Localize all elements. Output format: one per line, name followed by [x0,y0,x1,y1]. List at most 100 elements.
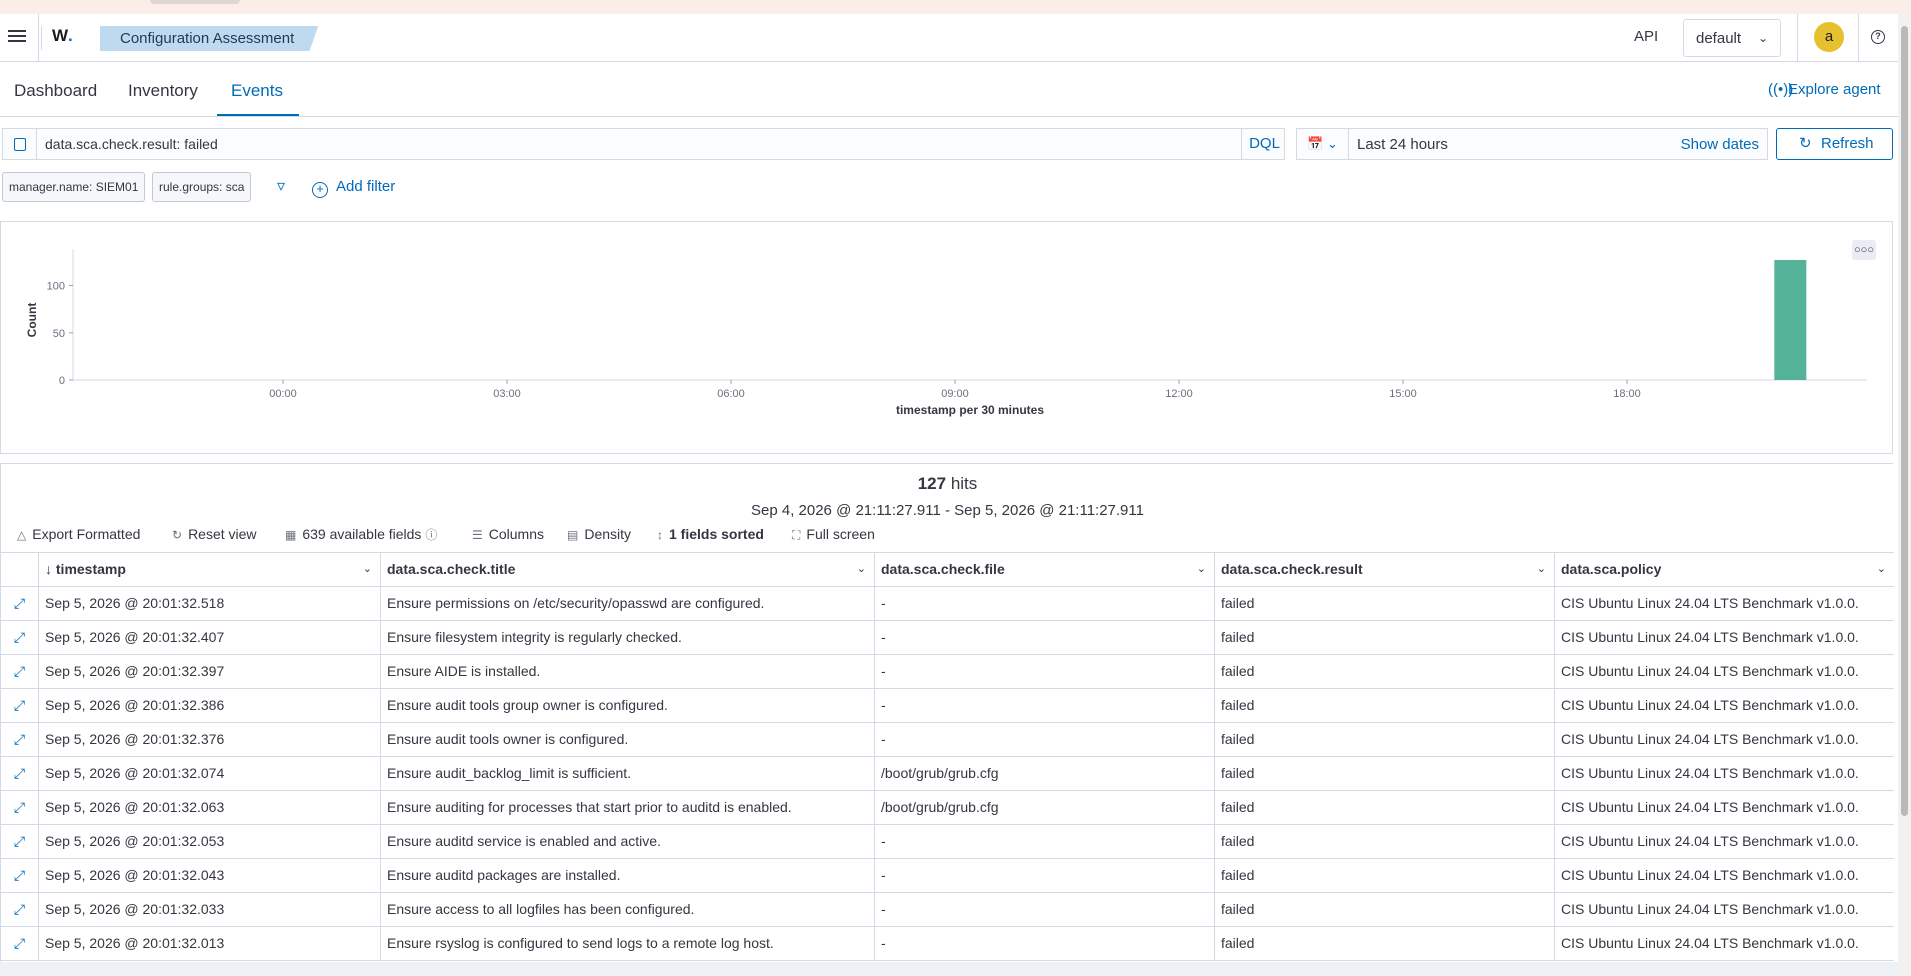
inspect-document-icon[interactable]: ⤢ [14,893,25,926]
cell-check-file[interactable]: - [875,859,1215,893]
cell-check-title[interactable]: Ensure auditing for processes that start… [381,791,875,825]
cell-policy[interactable]: CIS Ubuntu Linux 24.04 LTS Benchmark v1.… [1555,927,1894,961]
chevron-down-icon[interactable]: ⌄ [1537,553,1546,586]
cell-check-file[interactable]: - [875,723,1215,757]
density-button[interactable]: ▤ Density [567,526,631,542]
cell-check-result[interactable]: failed [1215,791,1555,825]
cell-policy[interactable]: CIS Ubuntu Linux 24.04 LTS Benchmark v1.… [1555,655,1894,689]
cell-timestamp[interactable]: Sep 5, 2026 @ 20:01:32.033 [39,893,381,927]
cell-check-result[interactable]: failed [1215,621,1555,655]
reset-view-button[interactable]: ↻ Reset view [172,526,257,542]
export-formatted-button[interactable]: △ Export Formatted [17,526,140,542]
cell-check-title[interactable]: Ensure auditd service is enabled and act… [381,825,875,859]
index-pattern-select[interactable]: default ⌄ [1683,19,1781,57]
table-row[interactable]: ⤢ Sep 5, 2026 @ 20:01:32.386 Ensure audit … [1,689,1894,723]
cell-check-result[interactable]: failed [1215,825,1555,859]
inspect-document-icon[interactable]: ⤢ [14,689,25,722]
table-row[interactable]: ⤢ Sep 5, 2026 @ 20:01:32.407 Ensure filesy… [1,621,1894,655]
table-row[interactable]: ⤢ Sep 5, 2026 @ 20:01:32.013 Ensure rsyslo… [1,927,1894,961]
help-icon[interactable]: ? [1871,30,1885,44]
columns-button[interactable]: ☰ Columns [472,526,544,542]
cell-check-file[interactable]: /boot/grub/grub.cfg [875,757,1215,791]
cell-policy[interactable]: CIS Ubuntu Linux 24.04 LTS Benchmark v1.… [1555,825,1894,859]
cell-check-result[interactable]: failed [1215,757,1555,791]
cell-check-result[interactable]: failed [1215,859,1555,893]
cell-check-result[interactable]: failed [1215,655,1555,689]
calendar-quick-menu[interactable]: 📅 ⌄ [1297,129,1349,159]
chevron-down-icon[interactable]: ⌄ [857,553,866,586]
cell-timestamp[interactable]: Sep 5, 2026 @ 20:01:32.376 [39,723,381,757]
column-header-result[interactable]: data.sca.check.result ⌄ [1215,553,1555,587]
inspect-document-icon[interactable]: ⤢ [14,723,25,756]
cell-check-result[interactable]: failed [1215,689,1555,723]
inspect-document-icon[interactable]: ⤢ [14,587,25,620]
cell-timestamp[interactable]: Sep 5, 2026 @ 20:01:32.386 [39,689,381,723]
page-scrollbar[interactable] [1898,14,1911,976]
cell-check-file[interactable]: - [875,825,1215,859]
cell-check-file[interactable]: - [875,689,1215,723]
table-row[interactable]: ⤢ Sep 5, 2026 @ 20:01:32.074 Ensure audit_… [1,757,1894,791]
full-screen-button[interactable]: ⛶ Full screen [792,526,875,543]
inspect-document-icon[interactable]: ⤢ [14,825,25,858]
cell-policy[interactable]: CIS Ubuntu Linux 24.04 LTS Benchmark v1.… [1555,757,1894,791]
column-header-file[interactable]: data.sca.check.file ⌄ [875,553,1215,587]
cell-check-result[interactable]: failed [1215,927,1555,961]
chart-options-button[interactable]: ○○○ [1852,240,1876,260]
show-dates-button[interactable]: Show dates [1681,136,1759,153]
column-header-policy[interactable]: data.sca.policy ⌄ [1555,553,1894,587]
cell-check-result[interactable]: failed [1215,893,1555,927]
cell-timestamp[interactable]: Sep 5, 2026 @ 20:01:32.043 [39,859,381,893]
cell-check-title[interactable]: Ensure permissions on /etc/security/opas… [381,587,875,621]
explore-agent-button[interactable]: ((•))Explore agent [1768,81,1881,98]
filter-options-icon[interactable]: ▿ [277,176,285,196]
cell-timestamp[interactable]: Sep 5, 2026 @ 20:01:32.074 [39,757,381,791]
cell-check-title[interactable]: Ensure audit tools owner is configured. [381,723,875,757]
cell-policy[interactable]: CIS Ubuntu Linux 24.04 LTS Benchmark v1.… [1555,859,1894,893]
cell-check-file[interactable]: - [875,927,1215,961]
cell-policy[interactable]: CIS Ubuntu Linux 24.04 LTS Benchmark v1.… [1555,791,1894,825]
cell-check-file[interactable]: - [875,621,1215,655]
filter-chip[interactable]: manager.name: SIEM01 [2,172,146,202]
cell-policy[interactable]: CIS Ubuntu Linux 24.04 LTS Benchmark v1.… [1555,893,1894,927]
time-range-value[interactable]: Last 24 hours [1357,136,1448,153]
menu-icon[interactable] [8,27,26,45]
tab-events[interactable]: Events [231,81,283,101]
query-language-toggle[interactable]: DQL [1241,129,1287,159]
cell-policy[interactable]: CIS Ubuntu Linux 24.04 LTS Benchmark v1.… [1555,621,1894,655]
cell-timestamp[interactable]: Sep 5, 2026 @ 20:01:32.053 [39,825,381,859]
api-link[interactable]: API [1634,28,1658,45]
breadcrumb[interactable]: Configuration Assessment [100,26,319,51]
inspect-document-icon[interactable]: ⤢ [14,757,25,790]
table-row[interactable]: ⤢ Sep 5, 2026 @ 20:01:32.518 Ensure permis… [1,587,1894,621]
cell-timestamp[interactable]: Sep 5, 2026 @ 20:01:32.518 [39,587,381,621]
cell-check-file[interactable]: - [875,893,1215,927]
cell-policy[interactable]: CIS Ubuntu Linux 24.04 LTS Benchmark v1.… [1555,723,1894,757]
cell-check-title[interactable]: Ensure rsyslog is configured to send log… [381,927,875,961]
cell-timestamp[interactable]: Sep 5, 2026 @ 20:01:32.063 [39,791,381,825]
inspect-document-icon[interactable]: ⤢ [14,655,25,688]
avatar[interactable]: a [1814,22,1844,52]
table-row[interactable]: ⤢ Sep 5, 2026 @ 20:01:32.033 Ensure access… [1,893,1894,927]
cell-check-title[interactable]: Ensure audit_backlog_limit is sufficient… [381,757,875,791]
cell-check-file[interactable]: - [875,587,1215,621]
refresh-button[interactable]: ↻ Refresh [1776,128,1893,160]
available-fields-button[interactable]: ▦ 639 available fields ⓘ [285,526,443,543]
saved-query-button[interactable] [3,129,37,159]
cell-policy[interactable]: CIS Ubuntu Linux 24.04 LTS Benchmark v1.… [1555,587,1894,621]
chevron-down-icon[interactable]: ⌄ [363,553,372,586]
filter-chip[interactable]: rule.groups: sca [152,172,252,202]
cell-check-result[interactable]: failed [1215,723,1555,757]
cell-check-file[interactable]: /boot/grub/grub.cfg [875,791,1215,825]
wazuh-logo[interactable]: W. [41,26,75,50]
scrollbar-thumb[interactable] [1901,26,1908,816]
cell-timestamp[interactable]: Sep 5, 2026 @ 20:01:32.013 [39,927,381,961]
add-filter-button[interactable]: + Add filter [312,178,395,198]
cell-timestamp[interactable]: Sep 5, 2026 @ 20:01:32.397 [39,655,381,689]
chevron-down-icon[interactable]: ⌄ [1197,553,1206,586]
cell-check-file[interactable]: - [875,655,1215,689]
cell-check-title[interactable]: Ensure access to all logfiles has been c… [381,893,875,927]
cell-check-result[interactable]: failed [1215,587,1555,621]
cell-policy[interactable]: CIS Ubuntu Linux 24.04 LTS Benchmark v1.… [1555,689,1894,723]
table-row[interactable]: ⤢ Sep 5, 2026 @ 20:01:32.043 Ensure auditd… [1,859,1894,893]
table-row[interactable]: ⤢ Sep 5, 2026 @ 20:01:32.397 Ensure AIDE i… [1,655,1894,689]
